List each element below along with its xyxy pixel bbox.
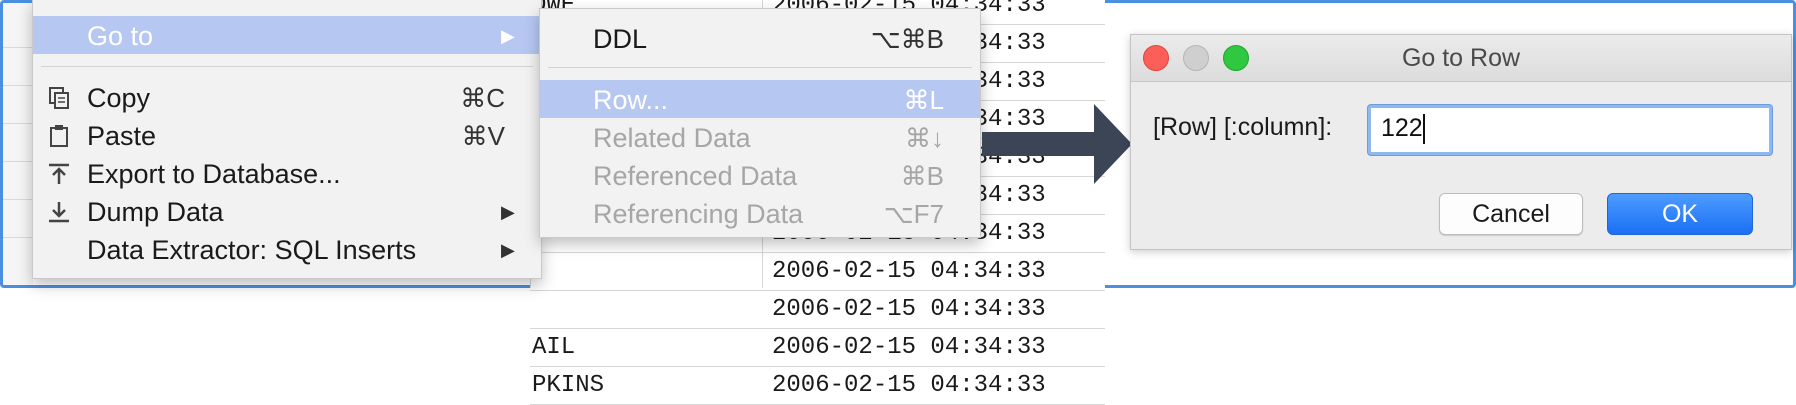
date-cell: 2006-02-15 04:34:33	[772, 334, 1046, 361]
table-row[interactable]: 2006-02-15 04:34:33	[530, 290, 1105, 329]
menu-item-label: Go to	[87, 21, 154, 51]
table-row[interactable]: AIL 2006-02-15 04:34:33	[530, 328, 1105, 367]
submenu-item-row[interactable]: Row... ⌘L	[540, 80, 980, 118]
shortcut-label: ⌥⌘B	[870, 24, 944, 54]
ok-button[interactable]: OK	[1607, 193, 1753, 235]
name-cell: PKINS	[532, 372, 605, 399]
date-cell: 2006-02-15 04:34:33	[772, 258, 1046, 285]
submenu-arrow-icon: ▶	[501, 240, 515, 260]
shortcut-label: ⌘B	[900, 161, 944, 191]
row-column-label: [Row] [:column]:	[1153, 113, 1333, 141]
submenu-item-label: Related Data	[593, 123, 751, 153]
menu-item-copy[interactable]: Copy ⌘C	[33, 78, 541, 116]
date-cell: 2006-02-15 04:34:33	[772, 296, 1046, 323]
submenu-item-referenced-data[interactable]: Referenced Data ⌘B	[540, 156, 980, 194]
submenu-item-label: Row...	[593, 85, 669, 115]
dialog-title: Go to Row	[1401, 44, 1521, 72]
left-grid-strip	[3, 3, 33, 285]
submenu-item-related-data[interactable]: Related Data ⌘↓	[540, 118, 980, 156]
go-to-submenu: DDL ⌥⌘B Row... ⌘L Related Data ⌘↓ Refere…	[539, 8, 981, 238]
shortcut-label: ⌘L	[903, 85, 944, 115]
go-to-row-dialog: Go to Row [Row] [:column]: 122 Cancel OK	[1130, 34, 1792, 250]
submenu-item-label: Referencing Data	[593, 199, 804, 229]
cancel-button[interactable]: Cancel	[1439, 193, 1583, 235]
menu-item-paste[interactable]: Paste ⌘V	[33, 116, 541, 154]
menu-item-label: Dump Data	[87, 197, 224, 227]
submenu-item-label: DDL	[593, 24, 648, 54]
right-arrow-icon	[982, 104, 1132, 184]
menu-item-go-to[interactable]: Go to ▶	[33, 16, 541, 54]
menu-separator	[41, 66, 533, 67]
name-cell: AIL	[532, 334, 576, 361]
menu-item-label: Paste	[87, 121, 157, 151]
menu-item-label: Export to Database...	[87, 159, 341, 189]
menu-item-label: Data Extractor: SQL Inserts	[87, 235, 417, 265]
paste-icon	[47, 124, 71, 148]
submenu-item-label: Referenced Data	[593, 161, 798, 191]
submenu-item-referencing-data[interactable]: Referencing Data ⌥F7	[540, 194, 980, 232]
table-row[interactable]: 2006-02-15 04:34:33	[530, 252, 1105, 291]
context-menu: Go to ▶ Copy ⌘C Paste ⌘V Export to Datab…	[32, 0, 542, 279]
row-input[interactable]: 122	[1368, 105, 1772, 155]
date-cell: 2006-02-15 04:34:33	[772, 372, 1046, 399]
menu-item-dump-data[interactable]: Dump Data ▶	[33, 192, 541, 230]
copy-icon	[47, 86, 71, 110]
menu-item-export-to-database[interactable]: Export to Database...	[33, 154, 541, 192]
export-icon	[47, 162, 71, 186]
shortcut-label: ⌘V	[461, 121, 505, 151]
shortcut-label: ⌘↓	[905, 123, 944, 153]
row-input-value: 122	[1381, 114, 1423, 142]
table-row[interactable]: PKINS 2006-02-15 04:34:33	[530, 366, 1105, 405]
text-caret	[1423, 114, 1425, 144]
menu-item-data-extractor[interactable]: Data Extractor: SQL Inserts ▶	[33, 230, 541, 268]
dialog-titlebar: Go to Row	[1131, 35, 1791, 82]
menu-item-label: Copy	[87, 83, 151, 113]
submenu-arrow-icon: ▶	[501, 202, 515, 222]
shortcut-label: ⌥F7	[883, 199, 944, 229]
menu-separator	[548, 67, 972, 68]
submenu-arrow-icon: ▶	[501, 26, 515, 46]
download-icon	[47, 200, 71, 224]
submenu-item-ddl[interactable]: DDL ⌥⌘B	[540, 19, 980, 57]
shortcut-label: ⌘C	[460, 83, 505, 113]
